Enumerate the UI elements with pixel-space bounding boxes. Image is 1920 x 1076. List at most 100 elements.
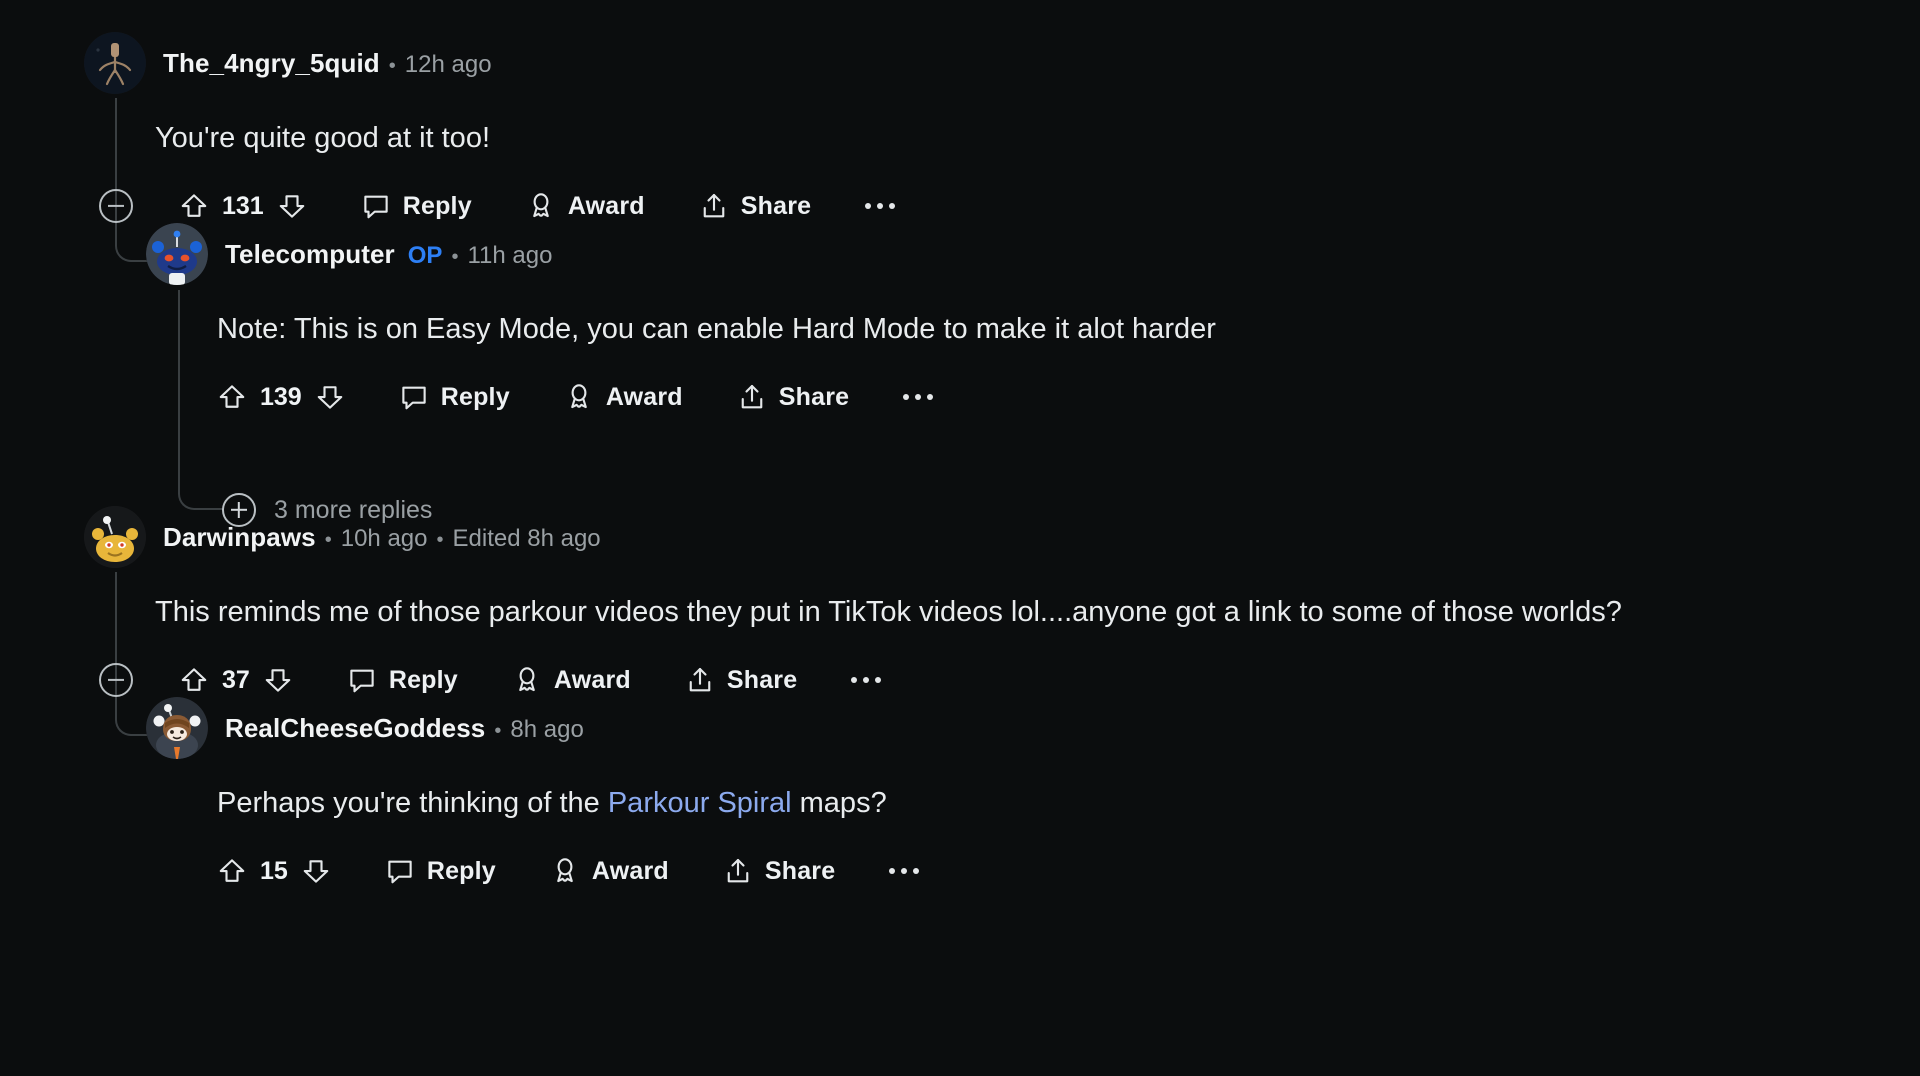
award-button[interactable]: Award — [512, 665, 631, 695]
comment-bubble-icon — [364, 195, 388, 219]
avatar[interactable] — [146, 223, 208, 285]
timestamp: 8h ago — [510, 715, 584, 743]
comment-body-after-link: maps? — [791, 787, 887, 819]
comment-actions: 131 Reply Award Share — [84, 184, 896, 228]
username[interactable]: RealCheeseGoddess — [225, 713, 485, 744]
more-options-button[interactable] — [865, 203, 896, 210]
timestamp: 12h ago — [404, 50, 492, 78]
comment-bubble-icon — [350, 669, 374, 693]
more-options-button[interactable] — [903, 394, 934, 401]
comment-header: RealCheeseGoddess • 8h ago — [146, 697, 919, 759]
dot-2 — [915, 394, 922, 401]
comment-actions: 37 Reply Award Share — [84, 658, 1622, 702]
award-ribbon-icon — [533, 193, 549, 218]
reply-label: Reply — [402, 191, 472, 220]
award-ribbon-icon — [557, 858, 573, 883]
dot-2 — [863, 677, 870, 684]
upvote-button[interactable] — [179, 191, 209, 221]
username[interactable]: Darwinpaws — [163, 522, 316, 553]
reply-button[interactable]: Reply — [399, 382, 510, 412]
avatar[interactable] — [146, 697, 208, 759]
vote-count: 37 — [222, 665, 250, 694]
share-label: Share — [778, 382, 850, 411]
award-ribbon-icon — [519, 667, 535, 692]
vote-count: 131 — [222, 191, 264, 220]
reply-label: Reply — [388, 665, 458, 694]
reply-button[interactable]: Reply — [361, 191, 472, 221]
meta-separator-2: • — [436, 528, 444, 551]
avatar[interactable] — [84, 32, 146, 94]
share-label: Share — [740, 191, 812, 220]
comment-body: Perhaps you're thinking of the Parkour S… — [217, 785, 919, 822]
award-label: Award — [567, 191, 645, 220]
upvote-button[interactable] — [217, 856, 247, 886]
timestamp: 10h ago — [340, 524, 428, 552]
comment-body: This reminds me of those parkour videos … — [155, 596, 1622, 628]
edited-timestamp: Edited 8h ago — [452, 524, 601, 552]
award-button[interactable]: Award — [526, 191, 645, 221]
share-label: Share — [764, 856, 836, 885]
comment-actions: 139 Reply Award Share — [217, 375, 1216, 419]
dot-3 — [913, 868, 920, 875]
award-label: Award — [605, 382, 683, 411]
vote-count: 15 — [260, 856, 288, 885]
comment-meta: Telecomputer OP • 11h ago — [225, 239, 552, 270]
downvote-arrow-icon — [303, 860, 329, 883]
award-label: Award — [591, 856, 669, 885]
comment-thread: The_4ngry_5quid • 12h ago You're quite g… — [0, 0, 1920, 1076]
more-options-button[interactable] — [889, 868, 920, 875]
comment-telecomputer: Telecomputer OP • 11h ago Note: This is … — [146, 223, 1216, 419]
award-label: Award — [553, 665, 631, 694]
comment-meta: RealCheeseGoddess • 8h ago — [225, 713, 584, 744]
downvote-arrow-icon — [265, 669, 291, 692]
comment-actions: 15 Reply Award Share — [217, 849, 920, 893]
username[interactable]: The_4ngry_5quid — [163, 48, 380, 79]
award-ribbon-icon — [571, 384, 587, 409]
share-button[interactable]: Share — [685, 665, 797, 695]
avatar[interactable] — [84, 506, 146, 568]
downvote-button[interactable] — [263, 665, 293, 695]
share-label: Share — [726, 665, 798, 694]
reply-button[interactable]: Reply — [347, 665, 458, 695]
username[interactable]: Telecomputer — [225, 239, 395, 270]
award-button[interactable]: Award — [564, 382, 683, 412]
share-button[interactable]: Share — [699, 191, 811, 221]
upvote-button[interactable] — [217, 382, 247, 412]
comment-meta: The_4ngry_5quid • 12h ago — [163, 48, 492, 79]
award-button[interactable]: Award — [550, 856, 669, 886]
downvote-button[interactable] — [315, 382, 345, 412]
comment-header: Darwinpaws • 10h ago • Edited 8h ago — [84, 506, 1622, 568]
snoo-blue-avatar-icon — [146, 223, 208, 285]
upvote-arrow-icon — [219, 385, 245, 408]
comment-darwinpaws: Darwinpaws • 10h ago • Edited 8h ago Thi… — [84, 506, 1622, 702]
comment-realcheesegoddess: RealCheeseGoddess • 8h ago Perhaps you'r… — [146, 697, 920, 893]
parkour-spiral-link[interactable]: Parkour Spiral — [608, 787, 792, 819]
comment-header: The_4ngry_5quid • 12h ago — [84, 32, 895, 94]
more-options-button[interactable] — [851, 677, 882, 684]
dot-1 — [851, 677, 858, 684]
snoo-gold-avatar-icon — [84, 506, 146, 568]
comment-header: Telecomputer OP • 11h ago — [146, 223, 1216, 285]
share-upload-icon — [727, 859, 749, 883]
downvote-button[interactable] — [277, 191, 307, 221]
comment-the-4ngry-5quid: The_4ngry_5quid • 12h ago You're quite g… — [84, 32, 896, 228]
share-button[interactable]: Share — [723, 856, 835, 886]
dot-3 — [875, 677, 882, 684]
downvote-button[interactable] — [301, 856, 331, 886]
timestamp: 11h ago — [467, 241, 553, 269]
meta-separator: • — [451, 245, 459, 268]
reply-button[interactable]: Reply — [385, 856, 496, 886]
collapse-comment-button[interactable] — [99, 663, 133, 698]
downvote-arrow-icon — [317, 386, 343, 409]
upvote-button[interactable] — [179, 665, 209, 695]
snoo-brown-avatar-icon — [146, 697, 208, 759]
share-upload-icon — [741, 385, 763, 409]
collapse-comment-button[interactable] — [99, 189, 133, 224]
meta-separator: • — [388, 54, 396, 77]
share-button[interactable]: Share — [737, 382, 849, 412]
comment-bubble-icon — [388, 860, 412, 884]
squid-avatar-icon — [84, 32, 146, 94]
reply-label: Reply — [426, 856, 496, 885]
meta-separator: • — [494, 719, 502, 742]
vote-group: 131 — [179, 191, 307, 221]
